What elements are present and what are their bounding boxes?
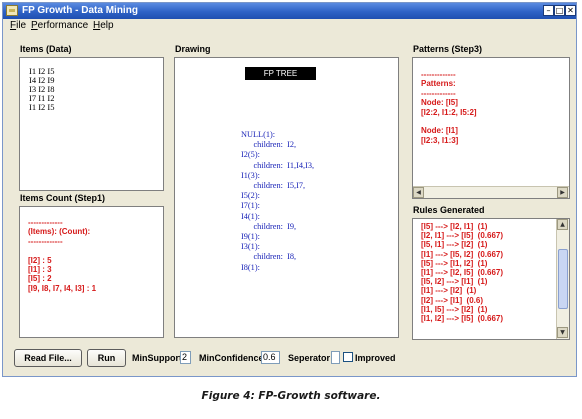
figure-caption: Figure 4: FP-Growth software. bbox=[201, 390, 381, 402]
scrollbar-thumb[interactable] bbox=[558, 249, 568, 309]
window-title: FP Growth - Data Mining bbox=[22, 5, 138, 16]
scroll-left-icon[interactable]: ◀ bbox=[413, 187, 424, 198]
min-confidence-label: MinConfidence: bbox=[199, 353, 267, 363]
items-line: I1 I2 I5 bbox=[29, 102, 55, 112]
rules-title: Rules Generated bbox=[413, 205, 485, 215]
min-support-label: MinSupport: bbox=[132, 353, 185, 363]
min-support-input[interactable]: 2 bbox=[180, 351, 191, 364]
fp-tree-text: NULL(1): children: I2, I2(5): children: … bbox=[241, 130, 315, 272]
improved-checkbox[interactable] bbox=[343, 352, 353, 362]
rules-text: [I5] ---> [I2, I1] (1) [I2, I1] ---> [I5… bbox=[421, 222, 504, 324]
items-count-title: Items Count (Step1) bbox=[20, 193, 106, 203]
fp-tree-label: FP TREE bbox=[245, 67, 316, 80]
drawing-canvas: FP TREE NULL(1): children: I2, I2(5): ch… bbox=[174, 57, 399, 338]
app-window: FP Growth - Data Mining – □ ✕ File Perfo… bbox=[2, 2, 577, 377]
scroll-right-icon[interactable]: ▶ bbox=[557, 187, 568, 198]
items-data-list[interactable]: I1 I2 I5 I4 I2 I9 I3 I2 I8 I7 I1 I2 I1 I… bbox=[19, 57, 164, 191]
min-confidence-input[interactable]: 0.6 bbox=[261, 351, 280, 364]
maximize-button[interactable]: □ bbox=[554, 5, 565, 16]
rules-panel: Rules Generated [I5] ---> [I2, I1] (1) [… bbox=[409, 205, 572, 343]
patterns-panel: Patterns (Step3) ------------- Patterns:… bbox=[409, 44, 572, 202]
rules-vertical-scrollbar[interactable]: ▲ ▼ bbox=[556, 219, 569, 339]
menu-performance[interactable]: Performance bbox=[31, 20, 88, 31]
patterns-horizontal-scrollbar[interactable]: ◀ ▶ bbox=[413, 186, 569, 198]
items-data-title: Items (Data) bbox=[20, 44, 72, 54]
close-button[interactable]: ✕ bbox=[565, 5, 576, 16]
menu-file[interactable]: File bbox=[10, 20, 26, 31]
patterns-title: Patterns (Step3) bbox=[413, 44, 483, 54]
items-count-text: ------------- (Items): (Count): --------… bbox=[28, 218, 97, 293]
separator-label: Seperator bbox=[288, 353, 331, 363]
drawing-panel: Drawing FP TREE NULL(1): children: I2, I… bbox=[171, 44, 402, 341]
items-count-panel: Items Count (Step1) ------------- (Items… bbox=[16, 193, 167, 341]
controls-bar: Read File... Run MinSupport: 2 MinConfid… bbox=[3, 346, 576, 374]
rules-scroll-box[interactable]: [I5] ---> [I2, I1] (1) [I2, I1] ---> [I5… bbox=[412, 218, 570, 340]
drawing-title: Drawing bbox=[175, 44, 211, 54]
read-file-button[interactable]: Read File... bbox=[14, 349, 82, 367]
improved-label: Improved bbox=[355, 353, 396, 363]
patterns-scroll-box[interactable]: ------------- Patterns: ------------- No… bbox=[412, 57, 570, 199]
run-button[interactable]: Run bbox=[87, 349, 126, 367]
title-bar: FP Growth - Data Mining – □ ✕ bbox=[3, 3, 576, 19]
app-icon bbox=[6, 5, 18, 16]
scroll-up-icon[interactable]: ▲ bbox=[557, 219, 568, 230]
menu-help[interactable]: Help bbox=[93, 20, 114, 31]
patterns-text: ------------- Patterns: ------------- No… bbox=[421, 70, 477, 145]
menu-bar: File Performance Help bbox=[3, 20, 576, 33]
scroll-down-icon[interactable]: ▼ bbox=[557, 327, 568, 338]
separator-input[interactable] bbox=[331, 351, 340, 364]
items-data-panel: Items (Data) I1 I2 I5 I4 I2 I9 I3 I2 I8 … bbox=[16, 44, 167, 194]
items-count-box[interactable]: ------------- (Items): (Count): --------… bbox=[19, 206, 164, 338]
minimize-button[interactable]: – bbox=[543, 5, 554, 16]
